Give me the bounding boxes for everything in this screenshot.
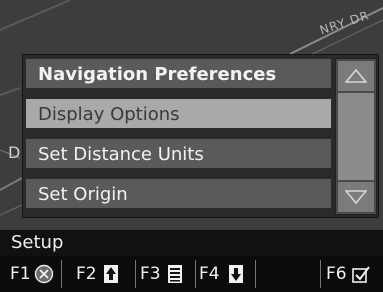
f1-label: F1 [10,264,31,284]
scroll-track[interactable] [338,93,374,180]
menu-item-set-distance-units[interactable]: Set Distance Units [25,138,332,169]
screen-title: Setup [0,230,383,256]
page-up-arrow-icon [103,265,118,283]
key-separator [195,260,196,288]
list-menu-icon [167,265,182,283]
f3-key[interactable]: F3 [140,259,183,289]
triangle-down-icon [345,190,367,204]
menu-item-navigation-preferences[interactable]: Navigation Preferences [25,58,332,89]
scroll-down-button[interactable] [338,182,374,212]
page-down-arrow-icon [228,265,243,283]
menu-scrollbar[interactable] [335,58,377,215]
f4-key[interactable]: F4 [199,259,244,289]
menu-item-display-options[interactable]: Display Options [25,98,332,129]
key-separator [255,260,256,288]
function-key-bar: F1 F2 F3 F4 F6 [0,256,383,292]
menu-item-set-origin[interactable]: Set Origin [25,178,332,209]
scroll-up-button[interactable] [338,61,374,91]
f2-key[interactable]: F2 [76,259,119,289]
cancel-circle-x-icon [34,264,53,284]
f6-key[interactable]: F6 [326,259,370,289]
f6-label: F6 [326,264,347,284]
key-separator [61,260,62,288]
key-separator [320,260,321,288]
f4-label: F4 [199,264,220,284]
key-separator [135,260,136,288]
checkbox-check-icon [351,266,370,283]
triangle-up-icon [345,69,367,83]
f2-label: F2 [76,264,97,284]
setup-menu: Navigation Preferences Display Options S… [22,54,379,218]
map-edge-label: D [8,143,21,162]
f1-key[interactable]: F1 [10,259,54,289]
f3-label: F3 [140,264,161,284]
